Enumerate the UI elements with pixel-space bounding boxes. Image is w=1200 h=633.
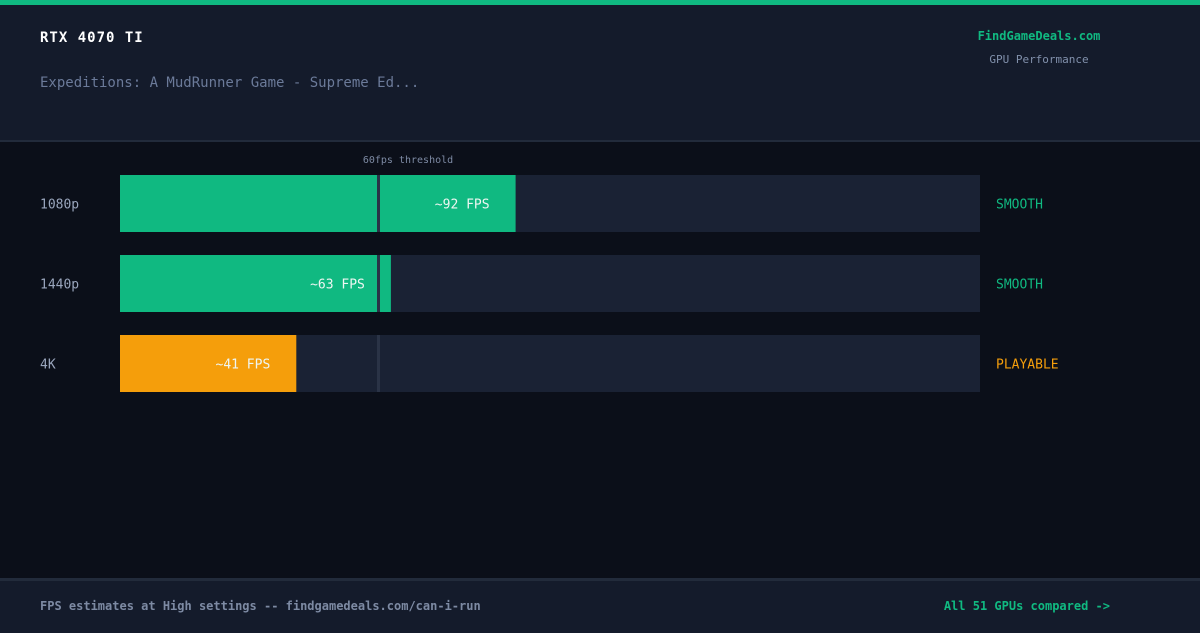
threshold-label: 60fps threshold (363, 155, 453, 166)
threshold-line-1440p (377, 255, 380, 312)
fps-value-label: ~63 FPS (310, 278, 365, 293)
fps-value-label: ~92 FPS (435, 198, 490, 213)
header: RTX 4070 TI Expeditions: A MudRunner Gam… (0, 5, 1200, 142)
threshold-line-1080p (377, 175, 380, 232)
fps-chart: 1080p ~92 FPS SMOOTH 1440p ~63 FPS SMOOTH 4K ~4… (0, 142, 1200, 578)
brand-subtitle: GPU Performance (989, 53, 1089, 66)
game-title: Expeditions: A MudRunner Game - Supreme … (40, 75, 420, 91)
rating-label: PLAYABLE (996, 358, 1059, 373)
rating-label: SMOOTH (996, 198, 1043, 213)
resolution-label: 1440p (40, 278, 79, 293)
resolution-label: 1080p (40, 198, 79, 213)
rating-label: SMOOTH (996, 278, 1043, 293)
all-gpus-link[interactable]: All 51 GPUs compared -> (944, 599, 1110, 613)
resolution-label: 4K (40, 358, 56, 373)
gpu-name: RTX 4070 TI (40, 30, 144, 46)
footer-note: FPS estimates at High settings -- findga… (40, 599, 481, 613)
brand-logo-text[interactable]: FindGameDeals.com (940, 29, 1138, 43)
footer: FPS estimates at High settings -- findga… (0, 578, 1200, 633)
fps-bar-chart: 1080p ~92 FPS SMOOTH 1440p ~63 FPS SMOOTH 4K ~4… (40, 155, 1059, 392)
threshold-line-4K (377, 335, 380, 392)
fps-value-label: ~41 FPS (216, 358, 271, 373)
